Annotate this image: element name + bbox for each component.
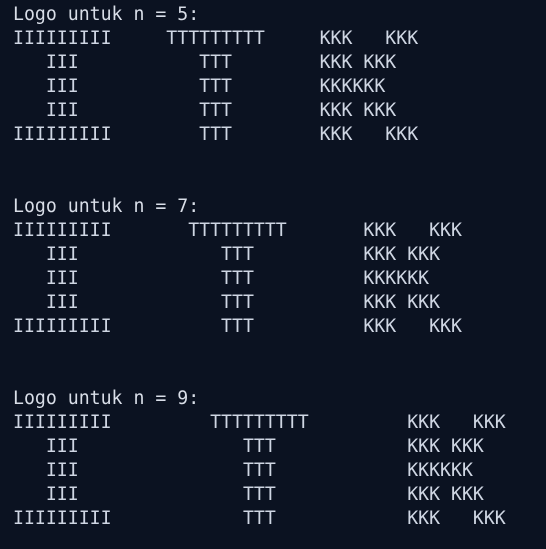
logo-line: III TTT KKKKKK xyxy=(13,460,473,481)
terminal-output: Logo untuk n = 5: IIIIIIIII TTTTTTTTT KK… xyxy=(0,0,546,549)
logo-line: III TTT KKK KKK xyxy=(13,436,484,457)
logo-line: III TTT KKK KKK xyxy=(13,484,484,505)
logo-line: III TTT KKK KKK xyxy=(13,52,397,73)
logo-line: IIIIIIIII TTT KKK KKK xyxy=(13,316,462,337)
logo-heading: Logo untuk n = 9: xyxy=(13,388,200,409)
logo-line: III TTT KKK KKK xyxy=(13,100,397,121)
logo-line: III TTT KKKKKK xyxy=(13,76,386,97)
logo-heading: Logo untuk n = 7: xyxy=(13,196,200,217)
logo-line: III TTT KKKKKK xyxy=(13,268,430,289)
logo-line: IIIIIIIII TTTTTTTTT KKK KKK xyxy=(13,28,419,49)
logo-line: IIIIIIIII TTT KKK KKK xyxy=(13,508,506,529)
logo-line: III TTT KKK KKK xyxy=(13,292,441,313)
logo-line: IIIIIIIII TTT KKK KKK xyxy=(13,124,419,145)
logo-line: IIIIIIIII TTTTTTTTT KKK KKK xyxy=(13,412,506,433)
logo-heading: Logo untuk n = 5: xyxy=(13,4,200,25)
logo-line: III TTT KKK KKK xyxy=(13,244,441,265)
logo-line: IIIIIIIII TTTTTTTTT KKK KKK xyxy=(13,220,462,241)
